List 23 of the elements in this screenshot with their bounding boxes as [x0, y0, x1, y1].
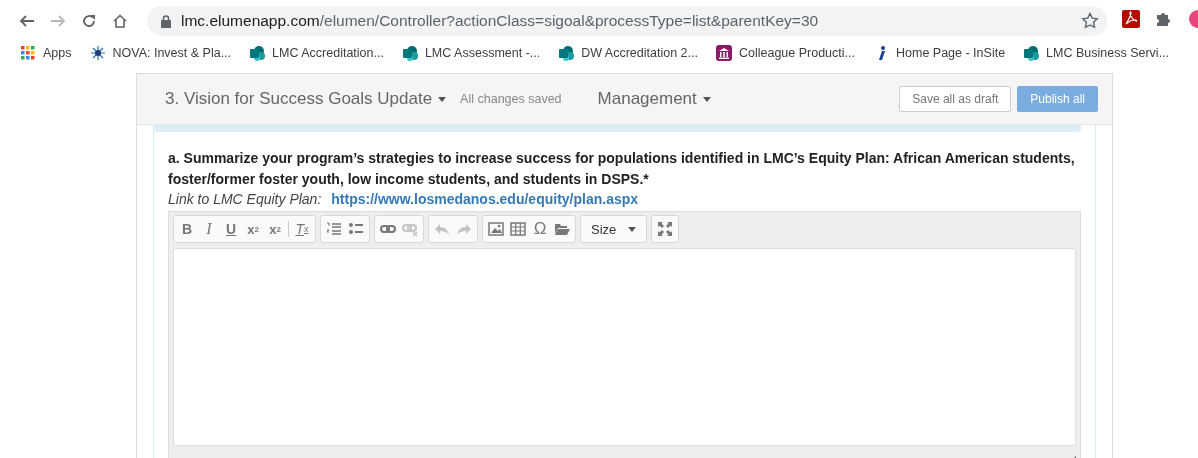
bookmark-item[interactable]: NOVA: Invest & Pla... — [89, 45, 232, 61]
equity-plan-link[interactable]: https://www.losmedanos.edu/equity/plan.aspx — [331, 191, 639, 207]
link-label: Link to LMC Equity Plan: — [168, 191, 322, 207]
question-text: a. Summarize your program’s strategies to increase success for populations identified in LMC’s Equity Plan: African American students, foster/former foster youth, low income students, and students in DSPS.* — [168, 149, 1076, 189]
management-dropdown[interactable]: Management — [597, 89, 711, 109]
special-character-button[interactable]: Ω — [529, 218, 551, 240]
bookmark-item[interactable]: LMC Assessment -... — [401, 45, 541, 61]
bookmark-item[interactable]: Home Page - InSite — [873, 45, 1006, 61]
bookmark-item[interactable]: DW Accreditation 2... — [558, 45, 698, 61]
underline-button[interactable]: U — [220, 218, 242, 240]
url-text: lmc.elumenapp.com/elumen/Controller?actionClass=sigoal&processType=list&parentKey=30 — [181, 12, 819, 30]
save-status: All changes saved — [460, 92, 562, 106]
page-title-dropdown[interactable]: 3. Vision for Success Goals Update — [165, 89, 447, 109]
bookmark-item[interactable]: Apps — [20, 45, 72, 61]
bookmark-item[interactable]: Colleague Producti... — [715, 45, 855, 61]
bookmark-item[interactable]: LMC Accreditation... — [249, 45, 384, 61]
script-button[interactable]: x$^{2}$ — [264, 218, 286, 240]
bookmark-item[interactable]: LMC Business Servi... — [1023, 45, 1170, 61]
bold-button[interactable]: B — [176, 218, 198, 240]
address-bar[interactable]: lmc.elumenapp.com/elumen/Controller?actionClass=sigoal&processType=list&parentKey=30 — [147, 6, 1107, 36]
italic-button[interactable]: I — [198, 218, 220, 240]
size-dropdown[interactable]: Size — [581, 218, 647, 240]
save-draft-button[interactable]: Save all as draft — [899, 86, 1012, 112]
